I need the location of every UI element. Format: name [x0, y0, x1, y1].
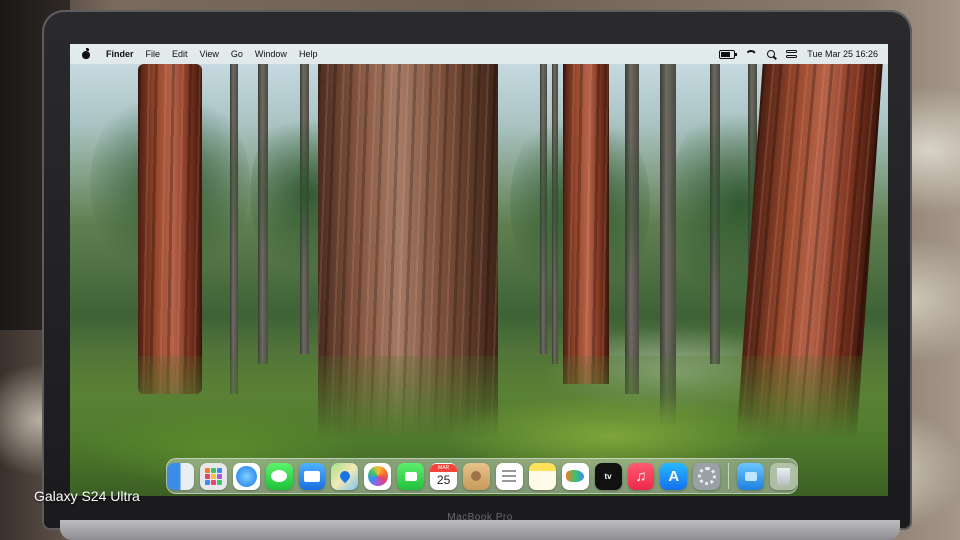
menu-window[interactable]: Window: [249, 49, 293, 59]
dock-tv-icon[interactable]: tv: [594, 462, 622, 490]
wifi-icon[interactable]: [745, 50, 757, 59]
dock-photos-icon[interactable]: [364, 462, 392, 490]
menu-go[interactable]: Go: [225, 49, 249, 59]
dock-notes-icon[interactable]: [528, 462, 556, 490]
menu-help[interactable]: Help: [293, 49, 324, 59]
menu-file[interactable]: File: [140, 49, 167, 59]
dock-calendar-icon[interactable]: MAR 25: [430, 462, 458, 490]
menu-bar: Finder File Edit View Go Window Help Tue…: [70, 44, 888, 64]
dock-mail-icon[interactable]: [298, 462, 326, 490]
menubar-status-area: Tue Mar 25 16:26: [719, 49, 888, 59]
dock-settings-icon[interactable]: [693, 462, 721, 490]
dock-launchpad-icon[interactable]: [199, 462, 227, 490]
menubar-clock[interactable]: Tue Mar 25 16:26: [807, 49, 878, 59]
dock-facetime-icon[interactable]: [397, 462, 425, 490]
dock: MAR 25 tv: [166, 458, 798, 494]
menu-app-name[interactable]: Finder: [100, 49, 140, 59]
calendar-month-label: MAR: [430, 464, 458, 472]
dock-separator: [728, 463, 730, 489]
dock-music-icon[interactable]: [627, 462, 655, 490]
laptop-model-label: MacBook Pro: [447, 512, 513, 523]
dock-safari-icon[interactable]: [232, 462, 260, 490]
menu-edit[interactable]: Edit: [166, 49, 194, 59]
camera-watermark: Galaxy S24 Ultra: [34, 488, 140, 504]
desktop-wallpaper: [70, 44, 888, 496]
redwood-trunk: [563, 64, 609, 384]
dock-trash-icon[interactable]: [770, 462, 797, 490]
dock-downloads-folder-icon[interactable]: [737, 462, 765, 490]
mac-screen: Finder File Edit View Go Window Help Tue…: [70, 44, 888, 496]
dock-contacts-icon[interactable]: [463, 462, 490, 490]
dock-freeform-icon[interactable]: [561, 462, 589, 490]
redwood-trunk: [138, 64, 202, 394]
dock-reminders-icon[interactable]: [495, 462, 523, 490]
dock-app-store-icon[interactable]: [660, 462, 688, 490]
apple-menu-icon[interactable]: [80, 48, 92, 60]
control-center-icon[interactable]: [786, 49, 798, 59]
calendar-day-label: 25: [436, 473, 451, 487]
laptop-base: [60, 520, 900, 540]
dock-maps-icon[interactable]: [331, 462, 359, 490]
dock-finder-icon[interactable]: [167, 462, 194, 490]
spotlight-search-icon[interactable]: [767, 49, 776, 59]
tv-label: tv: [604, 471, 612, 481]
battery-icon[interactable]: [719, 49, 738, 59]
menu-view[interactable]: View: [194, 49, 225, 59]
dock-messages-icon[interactable]: [265, 462, 293, 490]
